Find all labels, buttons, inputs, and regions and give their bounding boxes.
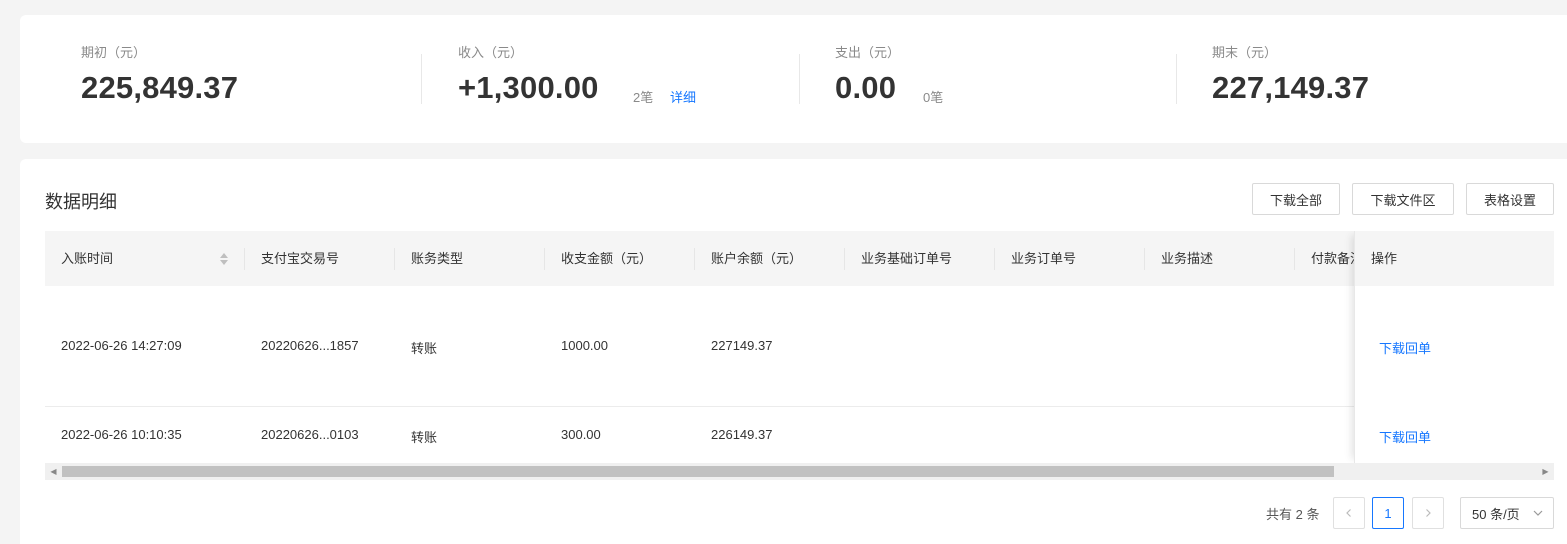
divider (799, 54, 800, 104)
chevron-left-icon (1346, 509, 1351, 517)
cell-balance: 227149.37 (711, 338, 773, 353)
scrollbar-thumb[interactable] (62, 466, 1334, 477)
divider (1176, 54, 1177, 104)
download-all-button[interactable]: 下载全部 (1252, 183, 1340, 215)
cell-trade-no: 20220626...1857 (261, 338, 359, 353)
table-row: 2022-06-26 14:27:09 20220626...1857 转账 1… (45, 286, 1554, 407)
expense-value: 0.00 (835, 70, 897, 105)
cell-amount: 300.00 (561, 427, 601, 442)
column-header-amount: 收支金额（元） (561, 251, 653, 266)
closing-value: 227,149.37 (1212, 70, 1370, 105)
column-header-trade-no: 支付宝交易号 (261, 251, 340, 266)
detail-title: 数据明细 (45, 192, 117, 212)
table-row: 2022-06-26 10:10:35 20220626...0103 转账 3… (45, 407, 1554, 463)
column-separator (994, 248, 995, 270)
cell-time: 2022-06-26 10:10:35 (61, 427, 182, 442)
column-separator (694, 248, 695, 270)
column-separator (1144, 248, 1145, 270)
column-header-balance: 账户余额（元） (711, 251, 803, 266)
page-number-button[interactable]: 1 (1372, 497, 1404, 529)
column-header-time[interactable]: 入账时间 (61, 231, 113, 286)
chevron-right-icon (1426, 509, 1431, 517)
table-header: 入账时间 支付宝交易号 账务类型 收支金额（元） 账户余额（元） 业务基础订单号… (45, 231, 1554, 286)
expense-label: 支出（元） (835, 45, 901, 60)
data-table: 入账时间 支付宝交易号 账务类型 收支金额（元） 账户余额（元） 业务基础订单号… (45, 231, 1554, 463)
column-header-description: 业务描述 (1161, 251, 1214, 266)
summary-card: 期初（元） 225,849.37 收入（元） +1,300.00 2笔 详细 支… (20, 15, 1567, 143)
column-separator (244, 248, 245, 270)
fixed-action-column: 操作 下载回单 下载回单 (1354, 231, 1554, 463)
table-settings-button[interactable]: 表格设置 (1466, 183, 1554, 215)
cell-amount: 1000.00 (561, 338, 608, 353)
scroll-left-arrow-icon[interactable]: ◀ (45, 463, 62, 480)
closing-label: 期末（元） (1212, 45, 1278, 60)
page-size-select[interactable]: 50 条/页 (1460, 497, 1554, 529)
column-header-action: 操作 (1355, 231, 1554, 286)
opening-value: 225,849.37 (81, 70, 239, 105)
column-header-type: 账务类型 (411, 251, 464, 266)
horizontal-scrollbar[interactable]: ◀ ▶ (45, 463, 1554, 480)
column-separator (394, 248, 395, 270)
divider (421, 54, 422, 104)
income-detail-link[interactable]: 详细 (670, 87, 696, 106)
income-label: 收入（元） (458, 45, 524, 60)
cell-type: 转账 (411, 341, 438, 356)
download-receipt-link[interactable]: 下载回单 (1379, 427, 1431, 446)
column-separator (844, 248, 845, 270)
column-header-base-order-no: 业务基础订单号 (861, 251, 953, 266)
page-size-value: 50 条/页 (1472, 506, 1520, 522)
download-receipt-link[interactable]: 下载回单 (1379, 338, 1431, 357)
income-count: 2笔 (633, 90, 654, 105)
next-page-button[interactable] (1412, 497, 1444, 529)
cell-type: 转账 (411, 430, 438, 445)
column-separator (544, 248, 545, 270)
detail-card: 数据明细 下载全部 下载文件区 表格设置 入账时间 支付宝交易号 账务类型 收支… (20, 159, 1567, 544)
cell-balance: 226149.37 (711, 427, 773, 442)
chevron-down-icon (1533, 510, 1543, 516)
column-separator (1294, 248, 1295, 270)
download-files-button[interactable]: 下载文件区 (1352, 183, 1454, 215)
income-value: +1,300.00 (458, 70, 599, 105)
expense-count: 0笔 (923, 90, 944, 105)
prev-page-button[interactable] (1333, 497, 1365, 529)
cell-time: 2022-06-26 14:27:09 (61, 338, 182, 353)
cell-trade-no: 20220626...0103 (261, 427, 359, 442)
scroll-right-arrow-icon[interactable]: ▶ (1537, 463, 1554, 480)
total-count: 共有 2 条 (1266, 507, 1320, 522)
column-header-order-no: 业务订单号 (1011, 251, 1077, 266)
sort-icon[interactable] (219, 251, 229, 267)
opening-label: 期初（元） (81, 45, 147, 60)
